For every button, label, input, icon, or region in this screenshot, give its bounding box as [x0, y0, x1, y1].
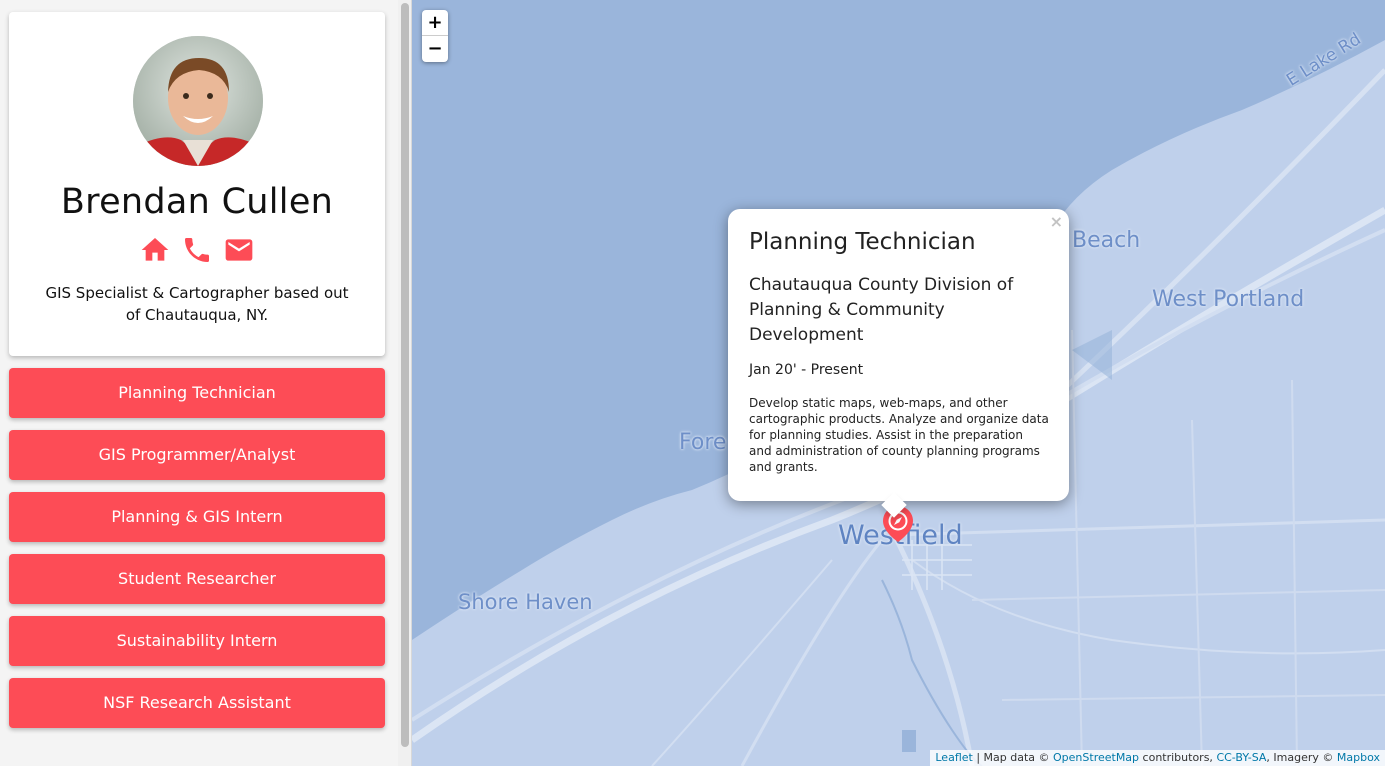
attribution-text-1: | Map data © — [972, 751, 1054, 764]
zoom-out-button[interactable]: − — [422, 36, 448, 62]
mapbox-link[interactable]: Mapbox — [1337, 751, 1380, 764]
job-button-student-researcher[interactable]: Student Researcher — [9, 554, 385, 604]
job-button-nsf-research-assistant[interactable]: NSF Research Assistant — [9, 678, 385, 728]
map-label-fore: Fore — [679, 430, 727, 455]
map-attribution: Leaflet | Map data © OpenStreetMap contr… — [930, 750, 1385, 766]
job-button-planning-technician[interactable]: Planning Technician — [9, 368, 385, 418]
map-label-west-portland: West Portland — [1152, 287, 1305, 312]
sidebar: Brendan Cullen GIS Specialist & Cartogra… — [0, 0, 412, 766]
job-button-sustainability-intern[interactable]: Sustainability Intern — [9, 616, 385, 666]
profile-card: Brendan Cullen GIS Specialist & Cartogra… — [9, 12, 385, 356]
popup-close-button[interactable]: × — [1050, 212, 1063, 231]
sidebar-content: Brendan Cullen GIS Specialist & Cartogra… — [0, 0, 398, 750]
leaflet-link[interactable]: Leaflet — [935, 751, 972, 764]
map-label-beach: Beach — [1072, 228, 1141, 253]
zoom-control: + − — [422, 10, 448, 62]
map-popup: × Planning Technician Chautauqua County … — [728, 209, 1069, 518]
popup-organization: Chautauqua County Division of Planning &… — [749, 275, 1014, 345]
phone-icon[interactable] — [181, 234, 213, 266]
map[interactable]: E Lake Rd Beach West Portland Fore Westf… — [412, 0, 1385, 766]
attribution-text-3: , Imagery © — [1266, 751, 1337, 764]
profile-bio: GIS Specialist & Cartographer based out … — [45, 284, 349, 324]
popup-title: Planning Technician — [749, 229, 976, 255]
map-label-shore-haven: Shore Haven — [458, 590, 593, 614]
attribution-text-2: contributors, — [1139, 751, 1217, 764]
openstreetmap-link[interactable]: OpenStreetMap — [1053, 751, 1139, 764]
sidebar-scrollbar[interactable] — [398, 0, 411, 766]
job-button-planning-gis-intern[interactable]: Planning & GIS Intern — [9, 492, 385, 542]
cc-by-sa-link[interactable]: CC-BY-SA — [1216, 751, 1266, 764]
popup-description: Develop static maps, web-maps, and other… — [749, 396, 1049, 474]
contact-icons — [9, 234, 385, 266]
email-icon[interactable] — [223, 234, 255, 266]
avatar — [133, 36, 263, 166]
home-icon[interactable] — [139, 234, 171, 266]
job-button-gis-programmer[interactable]: GIS Programmer/Analyst — [9, 430, 385, 480]
zoom-in-button[interactable]: + — [422, 10, 448, 36]
job-list: Planning Technician GIS Programmer/Analy… — [9, 368, 385, 740]
scrollbar-thumb[interactable] — [401, 3, 409, 747]
profile-name: Brendan Cullen — [60, 182, 334, 222]
popup-dates: Jan 20' - Present — [749, 362, 864, 378]
